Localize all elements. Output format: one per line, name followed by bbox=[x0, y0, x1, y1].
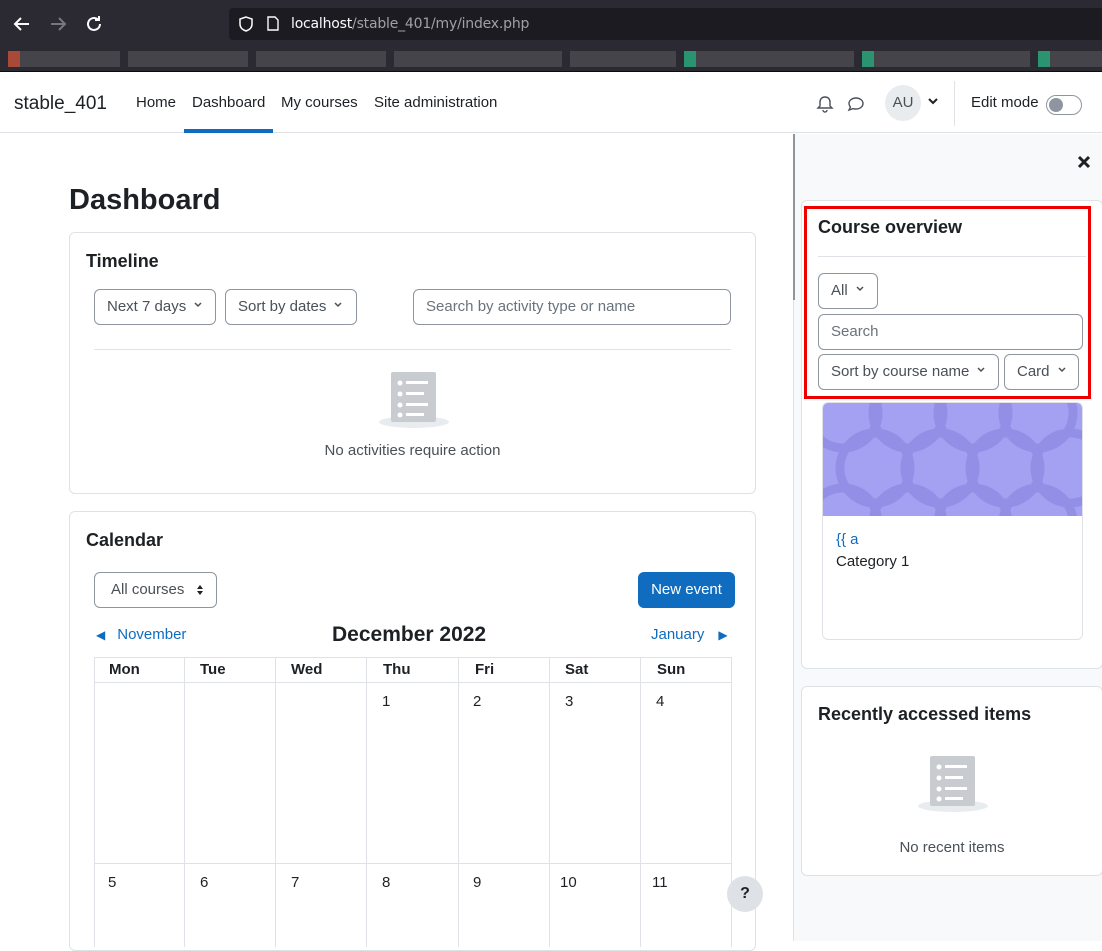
course-category: Category 1 bbox=[836, 553, 910, 570]
chevron-down-icon[interactable] bbox=[928, 96, 938, 106]
right-triangle-icon: ▶ bbox=[718, 628, 728, 642]
course-name-link[interactable]: {{ a bbox=[836, 531, 859, 548]
bookmark-item[interactable] bbox=[570, 51, 676, 67]
calendar-day[interactable]: 3 bbox=[565, 693, 573, 710]
nav-my-courses[interactable]: My courses bbox=[281, 94, 358, 111]
help-button[interactable]: ? bbox=[727, 876, 763, 912]
course-card[interactable]: {{ a Category 1 bbox=[822, 402, 1083, 640]
nav-dashboard[interactable]: Dashboard bbox=[192, 94, 265, 111]
user-avatar[interactable]: AU bbox=[885, 85, 921, 121]
site-navbar: stable_401 Home Dashboard My courses Sit… bbox=[0, 73, 1102, 133]
page-icon bbox=[267, 16, 279, 31]
bookmark-item[interactable] bbox=[1038, 51, 1102, 67]
timeline-range-dropdown[interactable]: Next 7 days bbox=[94, 289, 216, 325]
highlight-annotation bbox=[804, 206, 1091, 399]
calendar-course-select[interactable]: All courses bbox=[94, 572, 217, 608]
calendar-next-month[interactable]: January ▶ bbox=[651, 626, 728, 643]
calendar-gridline bbox=[94, 657, 95, 947]
calendar-day[interactable]: 6 bbox=[200, 874, 208, 891]
site-brand[interactable]: stable_401 bbox=[14, 93, 107, 115]
weekday-mon: Mon bbox=[109, 661, 140, 678]
navbar-divider bbox=[954, 81, 955, 126]
calendar-day[interactable]: 4 bbox=[656, 693, 664, 710]
weekday-sat: Sat bbox=[565, 661, 589, 678]
page-title: Dashboard bbox=[69, 184, 221, 216]
weekday-sun: Sun bbox=[657, 661, 686, 678]
edit-mode-label: Edit mode bbox=[971, 94, 1039, 111]
prev-month-label: November bbox=[117, 626, 187, 643]
bookmark-item[interactable] bbox=[8, 51, 120, 67]
calendar-gridline bbox=[94, 657, 732, 658]
calendar-day[interactable]: 11 bbox=[652, 874, 668, 891]
bookmark-item[interactable] bbox=[394, 51, 562, 67]
select-arrows-icon bbox=[197, 585, 203, 595]
next-month-label: January bbox=[651, 626, 705, 643]
calendar-title: Calendar bbox=[86, 530, 164, 550]
edit-mode-toggle[interactable] bbox=[1046, 95, 1082, 115]
chevron-down-icon bbox=[194, 302, 202, 308]
toggle-knob bbox=[1049, 98, 1063, 112]
back-arrow-icon[interactable] bbox=[10, 12, 34, 36]
chevron-down-icon bbox=[334, 302, 342, 308]
timeline-title: Timeline bbox=[86, 251, 159, 271]
timeline-search-input[interactable]: Search by activity type or name bbox=[413, 289, 731, 325]
calendar-current-month: December 2022 bbox=[332, 623, 487, 646]
timeline-range-label: Next 7 days bbox=[107, 298, 187, 315]
nav-home[interactable]: Home bbox=[136, 94, 176, 111]
calendar-day[interactable]: 10 bbox=[560, 874, 577, 891]
reload-icon[interactable] bbox=[82, 12, 106, 36]
course-pattern bbox=[823, 403, 1082, 563]
calendar-day[interactable]: 2 bbox=[473, 693, 481, 710]
calendar-day[interactable]: 7 bbox=[291, 874, 299, 891]
calendar-gridline bbox=[94, 682, 732, 683]
messages-icon[interactable] bbox=[847, 95, 865, 113]
calendar-gridline bbox=[94, 863, 732, 864]
nav-site-administration[interactable]: Site administration bbox=[374, 94, 497, 111]
calendar-day[interactable]: 9 bbox=[473, 874, 481, 891]
bookmark-item[interactable] bbox=[128, 51, 248, 67]
active-tab-indicator bbox=[184, 129, 273, 133]
timeline-empty-message: No activities require action bbox=[324, 442, 501, 459]
bookmark-item[interactable] bbox=[684, 51, 854, 67]
calendar-prev-month[interactable]: ◀ November bbox=[96, 626, 186, 643]
weekday-tue: Tue bbox=[200, 661, 226, 678]
address-bar[interactable]: localhost/stable_401/my/index.php bbox=[229, 8, 1102, 40]
timeline-sort-label: Sort by dates bbox=[238, 298, 327, 315]
recent-items-empty-message: No recent items bbox=[899, 839, 1005, 856]
calendar-gridline bbox=[458, 657, 459, 947]
calendar-course-label: All courses bbox=[111, 581, 185, 598]
bookmarks-bar bbox=[0, 47, 1102, 72]
calendar-day[interactable]: 5 bbox=[108, 874, 116, 891]
calendar-day[interactable]: 8 bbox=[382, 874, 390, 891]
timeline-divider bbox=[94, 349, 731, 350]
weekday-wed: Wed bbox=[291, 661, 323, 678]
browser-toolbar: localhost/stable_401/my/index.php bbox=[0, 0, 1102, 47]
calendar-gridline bbox=[640, 657, 641, 947]
course-image[interactable] bbox=[823, 403, 1082, 563]
calendar-gridline bbox=[184, 657, 185, 947]
forward-arrow-icon[interactable] bbox=[46, 12, 70, 36]
bookmark-item[interactable] bbox=[256, 51, 386, 67]
bell-icon[interactable] bbox=[816, 95, 834, 113]
bookmark-item[interactable] bbox=[862, 51, 1030, 67]
weekday-thu: Thu bbox=[383, 661, 411, 678]
recent-items-title: Recently accessed items bbox=[818, 704, 1032, 724]
new-event-button[interactable]: New event bbox=[638, 572, 735, 608]
left-triangle-icon: ◀ bbox=[96, 628, 106, 642]
url-text: localhost/stable_401/my/index.php bbox=[291, 16, 530, 32]
main-scrollbar[interactable] bbox=[793, 134, 795, 300]
calendar-gridline bbox=[366, 657, 367, 947]
calendar-gridline bbox=[275, 657, 276, 947]
weekday-fri: Fri bbox=[475, 661, 495, 678]
timeline-block: Timeline Next 7 days Sort by dates Searc… bbox=[69, 232, 756, 494]
empty-list-icon bbox=[918, 756, 988, 812]
calendar-gridline bbox=[549, 657, 550, 947]
shield-icon[interactable] bbox=[239, 16, 253, 32]
calendar-day[interactable]: 1 bbox=[382, 693, 390, 710]
timeline-sort-dropdown[interactable]: Sort by dates bbox=[225, 289, 357, 325]
close-drawer-icon[interactable] bbox=[1076, 154, 1092, 170]
empty-list-icon bbox=[379, 372, 449, 428]
